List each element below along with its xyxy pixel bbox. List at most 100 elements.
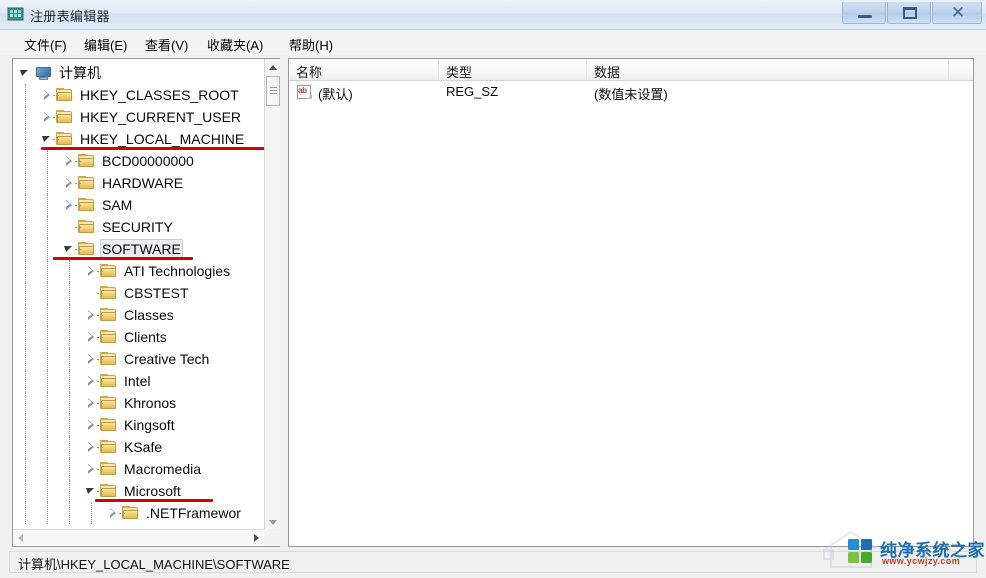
tree-node[interactable]: BCD00000000 <box>63 150 196 172</box>
scroll-right-button[interactable] <box>248 530 264 546</box>
tree-connector-line <box>97 403 103 404</box>
tree-node-label: SOFTWARE <box>100 239 183 259</box>
tree-node-label: Microsoft <box>124 483 181 499</box>
registry-tree-pane[interactable]: 计算机 HKEY_CLASSES_ROOT HKEY_CURRENT_USER HKE… <box>12 58 280 547</box>
scroll-grip-icon <box>270 87 277 94</box>
tree-connector-line <box>25 150 26 172</box>
chevron-down-icon <box>269 520 277 525</box>
tree-node[interactable]: ATI Technologies <box>85 260 232 282</box>
maximize-button[interactable] <box>887 2 931 24</box>
tree-connector-line <box>97 359 103 360</box>
tree-node-label: ATI Technologies <box>124 263 231 279</box>
title-bar: 注册表编辑器 ✕ <box>0 0 986 30</box>
tree-connector-line <box>97 271 103 272</box>
window-buttons: ✕ <box>842 2 982 24</box>
tree-connector-line <box>75 249 81 250</box>
tree-connector-line <box>25 502 26 524</box>
tree-connector-line <box>69 502 70 524</box>
tree-node[interactable]: HKEY_CURRENT_USER <box>41 106 243 128</box>
tree-connector-line <box>25 436 26 458</box>
tree-connector-line <box>47 370 48 392</box>
registry-editor-icon <box>7 5 25 23</box>
tree-connector-line <box>25 480 26 502</box>
current-key-path: 计算机\HKEY_LOCAL_MACHINE\SOFTWARE <box>18 557 290 572</box>
tree-connector-line <box>97 293 103 294</box>
value-name: (默认) <box>318 87 353 102</box>
tree-node-label: HKEY_CURRENT_USER <box>80 109 242 125</box>
tree-connector-line <box>69 326 70 348</box>
tree-node-label: Clients <box>124 329 167 345</box>
minimize-button[interactable] <box>842 2 886 24</box>
column-header[interactable]: 名称 <box>289 59 439 80</box>
menu-bar: 文件(F) 编辑(E) 查看(V) 收藏夹(A) 帮助(H) <box>0 31 986 55</box>
tree-connector-line <box>25 84 26 106</box>
tree-node[interactable]: 计算机 <box>19 62 103 84</box>
tree-connector-line <box>53 139 59 140</box>
menu-item-0[interactable]: 文件(F) <box>20 34 71 55</box>
tree-node-label: Classes <box>124 307 174 323</box>
scroll-down-button[interactable] <box>265 514 280 530</box>
close-button[interactable]: ✕ <box>932 2 982 24</box>
menu-item-1[interactable]: 编辑(E) <box>80 34 131 55</box>
pane-splitter[interactable] <box>280 58 288 547</box>
column-header-label: 数据 <box>594 65 621 80</box>
string-value-icon: ab <box>297 85 312 99</box>
scrollbar-corner <box>264 529 280 546</box>
tree-connector-line <box>25 392 26 414</box>
value-type: REG_SZ <box>446 84 499 99</box>
tree-connector-line <box>69 436 70 458</box>
menu-item-3[interactable]: 收藏夹(A) <box>203 34 267 55</box>
collapse-triangle-icon[interactable] <box>19 67 32 80</box>
menu-item-4[interactable]: 帮助(H) <box>285 34 337 55</box>
tree-connector-line <box>25 282 26 304</box>
tree-connector-line <box>97 447 103 448</box>
tree-node[interactable]: HARDWARE <box>63 172 185 194</box>
tree-connector-line <box>47 436 48 458</box>
status-path-box: 计算机\HKEY_LOCAL_MACHINE\SOFTWARE <box>9 551 977 573</box>
tree-connector-line <box>69 480 70 502</box>
menu-item-2[interactable]: 查看(V) <box>141 34 192 55</box>
tree-connector-line <box>25 238 26 260</box>
tree-node[interactable]: .NETFramewor <box>107 502 243 524</box>
computer-icon <box>34 66 52 81</box>
tree-connector-line <box>25 348 26 370</box>
tree-connector-line <box>47 150 48 172</box>
tree-node-label: HKEY_CLASSES_ROOT <box>80 87 239 103</box>
tree-node-label: HARDWARE <box>102 175 184 191</box>
tree-node[interactable]: Intel <box>85 370 152 392</box>
scroll-up-button[interactable] <box>265 59 280 75</box>
tree-connector-line <box>25 414 26 436</box>
chevron-right-icon <box>254 534 259 542</box>
tree-connector-line <box>47 194 48 216</box>
chevron-up-icon <box>269 65 277 70</box>
tree-node-label: BCD00000000 <box>102 153 194 169</box>
window-title: 注册表编辑器 <box>30 9 110 24</box>
tree-scroll-thumb[interactable] <box>266 76 280 106</box>
tree-vertical-scrollbar[interactable] <box>264 59 280 530</box>
tree-node-label: Creative Tech <box>124 351 210 367</box>
tree-connector-line <box>47 282 48 304</box>
tree-connector-line <box>47 502 48 524</box>
column-header[interactable]: 数据 <box>587 59 949 80</box>
column-header-label: 类型 <box>446 65 473 80</box>
tree-connector-line <box>47 348 48 370</box>
column-header[interactable]: 类型 <box>439 59 587 80</box>
table-row[interactable]: ab (默认) REG_SZ (数值未设置) <box>289 81 973 103</box>
tree-horizontal-scrollbar[interactable] <box>13 529 264 546</box>
tree-connector-line <box>97 381 103 382</box>
tree-node-label: Macromedia <box>124 461 202 477</box>
tree-connector-line <box>25 370 26 392</box>
tree-connector-line <box>47 326 48 348</box>
tree-node[interactable]: Creative Tech <box>85 348 211 370</box>
content-area: 计算机 HKEY_CLASSES_ROOT HKEY_CURRENT_USER HKE… <box>0 55 986 548</box>
tree-connector-line <box>97 425 103 426</box>
tree-node[interactable]: SAM <box>63 194 134 216</box>
tree-node[interactable]: HKEY_CLASSES_ROOT <box>41 84 241 106</box>
status-bar: 计算机\HKEY_LOCAL_MACHINE\SOFTWARE <box>0 548 986 578</box>
tree-connector-line <box>75 183 81 184</box>
tree-connector-line <box>69 282 70 304</box>
tree-connector-line <box>47 304 48 326</box>
tree-node-list: 计算机 HKEY_CLASSES_ROOT HKEY_CURRENT_USER HKE… <box>13 59 265 529</box>
scroll-left-button[interactable] <box>13 530 29 546</box>
registry-values-pane[interactable]: 名称 类型 数据 ab (默认) REG_SZ (数值未设置) <box>288 58 974 547</box>
